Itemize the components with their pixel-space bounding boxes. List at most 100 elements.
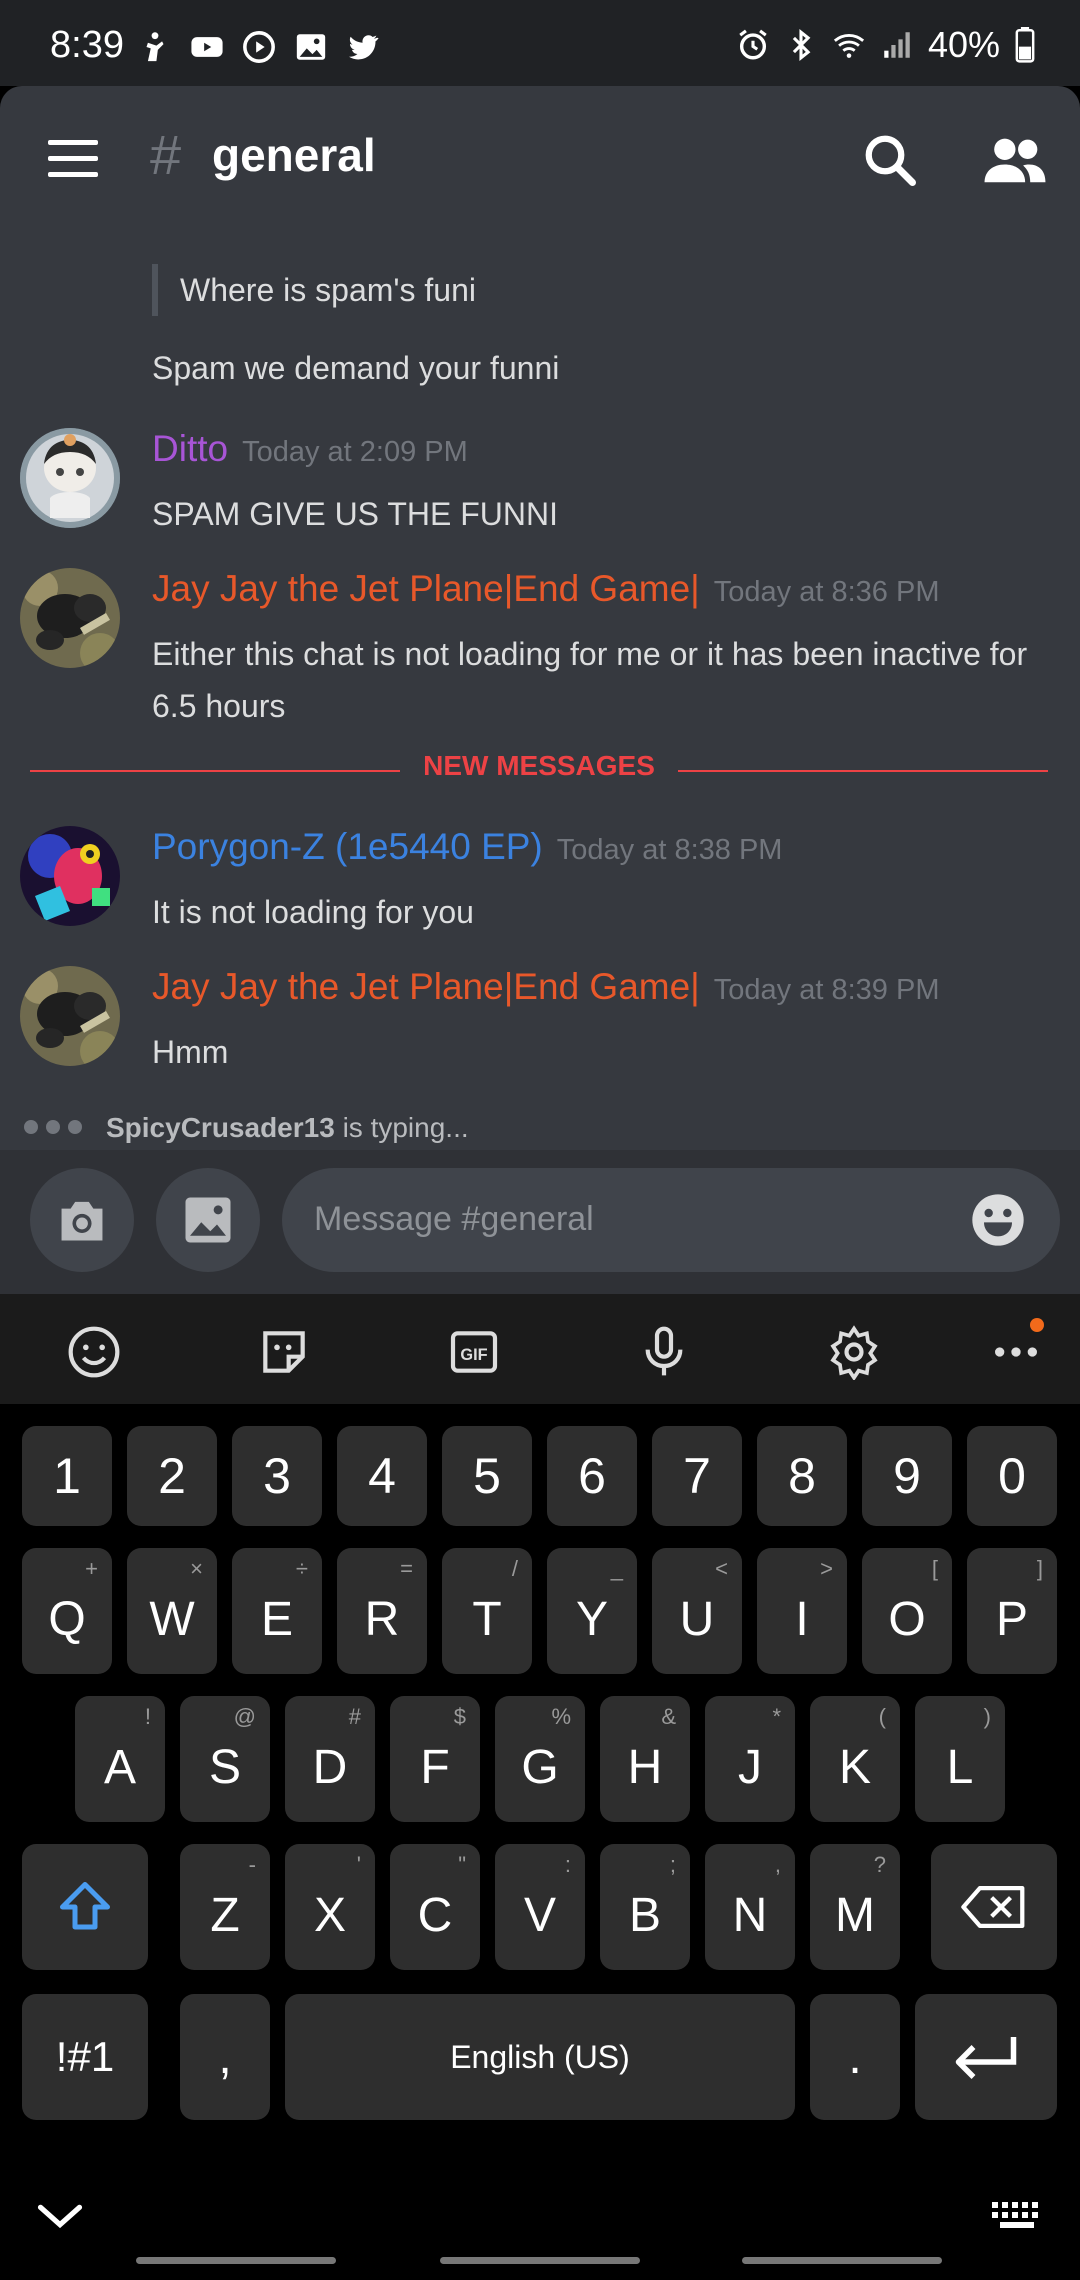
message-item[interactable]: Jay Jay the Jet Plane|End Game| Today at … <box>0 966 1080 1070</box>
more-icon[interactable] <box>988 1324 1044 1380</box>
avatar[interactable] <box>20 568 120 668</box>
timestamp: Today at 2:09 PM <box>242 436 468 468</box>
sticker-icon[interactable] <box>256 1324 312 1380</box>
key-z[interactable]: -Z <box>180 1844 270 1970</box>
key-k[interactable]: (K <box>810 1696 900 1822</box>
message-item[interactable]: Jay Jay the Jet Plane|End Game| Today at … <box>0 568 1080 728</box>
message-placeholder: Message #general <box>314 1200 594 1238</box>
camera-button[interactable] <box>30 1168 134 1272</box>
comma-key[interactable]: , <box>180 1994 270 2120</box>
system-icons: 40% <box>736 24 1036 66</box>
key-x[interactable]: ' X <box>285 1844 375 1970</box>
accessibility-icon <box>146 32 164 62</box>
key-o[interactable]: [O <box>862 1548 952 1674</box>
channel-name: general <box>212 129 376 181</box>
key-a[interactable]: ! A <box>75 1696 165 1822</box>
message-header: Jay Jay the Jet Plane|End Game| Today at … <box>152 568 939 610</box>
key-w[interactable]: × W <box>127 1548 217 1674</box>
key-l[interactable]: ) L <box>915 1696 1005 1822</box>
key-p[interactable]: ] P <box>967 1548 1057 1674</box>
key-5[interactable]: 5 <box>442 1426 532 1526</box>
message-text: Spam we demand your funni <box>152 350 560 386</box>
key-8[interactable]: 8 <box>757 1426 847 1526</box>
key-d[interactable]: # D <box>285 1696 375 1822</box>
key-r[interactable]: = R <box>337 1548 427 1674</box>
timestamp: Today at 8:39 PM <box>713 974 940 1006</box>
new-messages-divider: NEW MESSAGES <box>30 750 1048 790</box>
search-icon[interactable] <box>860 130 920 190</box>
menu-icon[interactable] <box>48 140 98 180</box>
key-i[interactable]: > I <box>757 1548 847 1674</box>
key-h[interactable]: & H <box>600 1696 690 1822</box>
period-key[interactable]: . <box>810 1994 900 2120</box>
nav-home[interactable] <box>440 2257 640 2264</box>
message-text: SPAM GIVE US THE FUNNI <box>152 496 558 532</box>
gallery-button[interactable] <box>156 1168 260 1272</box>
status-bar: 8:39 40% <box>0 0 1080 86</box>
key-j[interactable]: * J <box>705 1696 795 1822</box>
key-3[interactable]: 3 <box>232 1426 322 1526</box>
message-input[interactable]: Message #general <box>282 1168 1060 1272</box>
keyboard-icon[interactable] <box>990 2198 1046 2234</box>
keyboard-toolbar: GIF <box>0 1294 1080 1404</box>
nav-back[interactable] <box>742 2257 942 2264</box>
shift-key[interactable] <box>22 1844 148 1970</box>
emoji-icon[interactable] <box>970 1192 1026 1248</box>
typing-dots <box>24 1120 82 1134</box>
key-0[interactable]: 0 <box>967 1426 1057 1526</box>
key-9[interactable]: 9 <box>862 1426 952 1526</box>
microphone-icon[interactable] <box>636 1324 692 1380</box>
camera-icon <box>61 1201 103 1241</box>
backspace-key[interactable] <box>931 1844 1057 1970</box>
enter-key[interactable] <box>915 1994 1057 2120</box>
key-u[interactable]: < U <box>652 1548 742 1674</box>
channel-header: # general <box>0 86 1080 232</box>
key-y[interactable]: _ Y <box>547 1548 637 1674</box>
emoji-icon[interactable] <box>66 1324 122 1380</box>
key-v[interactable]: :V <box>495 1844 585 1970</box>
message-list[interactable]: Where is spam's funi Spam we demand your… <box>0 232 1080 1098</box>
symbols-key[interactable]: !#1 <box>22 1994 148 2120</box>
members-icon[interactable] <box>982 132 1048 192</box>
message-item[interactable]: Porygon-Z (1e5440 EP) Today at 8:38 PM It… <box>0 826 1080 930</box>
svg-text:GIF: GIF <box>460 1346 487 1364</box>
key-2[interactable]: 2 <box>127 1426 217 1526</box>
username[interactable]: Jay Jay the Jet Plane|End Game| <box>152 966 700 1007</box>
status-time: 8:39 <box>50 24 124 66</box>
settings-icon[interactable] <box>826 1324 882 1380</box>
key-c[interactable]: " C <box>390 1844 480 1970</box>
key-t[interactable]: / T <box>442 1548 532 1674</box>
key-m[interactable]: ? M <box>810 1844 900 1970</box>
key-7[interactable]: 7 <box>652 1426 742 1526</box>
key-s[interactable]: @ S <box>180 1696 270 1822</box>
space-key[interactable]: English (US) <box>285 1994 795 2120</box>
message-header: Jay Jay the Jet Plane|End Game| Today at … <box>152 966 939 1008</box>
key-g[interactable]: % G <box>495 1696 585 1822</box>
key-b[interactable]: ; B <box>600 1844 690 1970</box>
nav-recents[interactable] <box>136 2257 336 2264</box>
avatar[interactable] <box>20 966 120 1066</box>
avatar[interactable] <box>20 428 120 528</box>
message-item[interactable]: Ditto Today at 2:09 PM SPAM GIVE US THE F… <box>0 428 1080 532</box>
avatar[interactable] <box>20 826 120 926</box>
key-e[interactable]: ÷ E <box>232 1548 322 1674</box>
key-6[interactable]: 6 <box>547 1426 637 1526</box>
username[interactable]: Jay Jay the Jet Plane|End Game| <box>152 568 700 609</box>
notification-dot <box>1030 1318 1044 1332</box>
battery-icon <box>1015 27 1035 63</box>
key-f[interactable]: $ F <box>390 1696 480 1822</box>
youtube-icon <box>191 37 223 57</box>
username[interactable]: Porygon-Z (1e5440 EP) <box>152 826 543 867</box>
key-4[interactable]: 4 <box>337 1426 427 1526</box>
typing-indicator: SpicyCrusader13 is typing... <box>0 1098 1080 1150</box>
gif-icon[interactable]: GIF <box>446 1324 502 1380</box>
key-1[interactable]: 1 <box>22 1426 112 1526</box>
notification-icons <box>138 30 380 64</box>
hide-keyboard-icon[interactable] <box>34 2196 86 2236</box>
typing-suffix: is typing... <box>334 1112 469 1143</box>
username[interactable]: Ditto <box>152 428 228 469</box>
key-n[interactable]: ,N <box>705 1844 795 1970</box>
message-header: Ditto Today at 2:09 PM <box>152 428 468 470</box>
key-q[interactable]: + Q <box>22 1548 112 1674</box>
message-text: Either this chat is not loading for me o… <box>152 636 1028 724</box>
